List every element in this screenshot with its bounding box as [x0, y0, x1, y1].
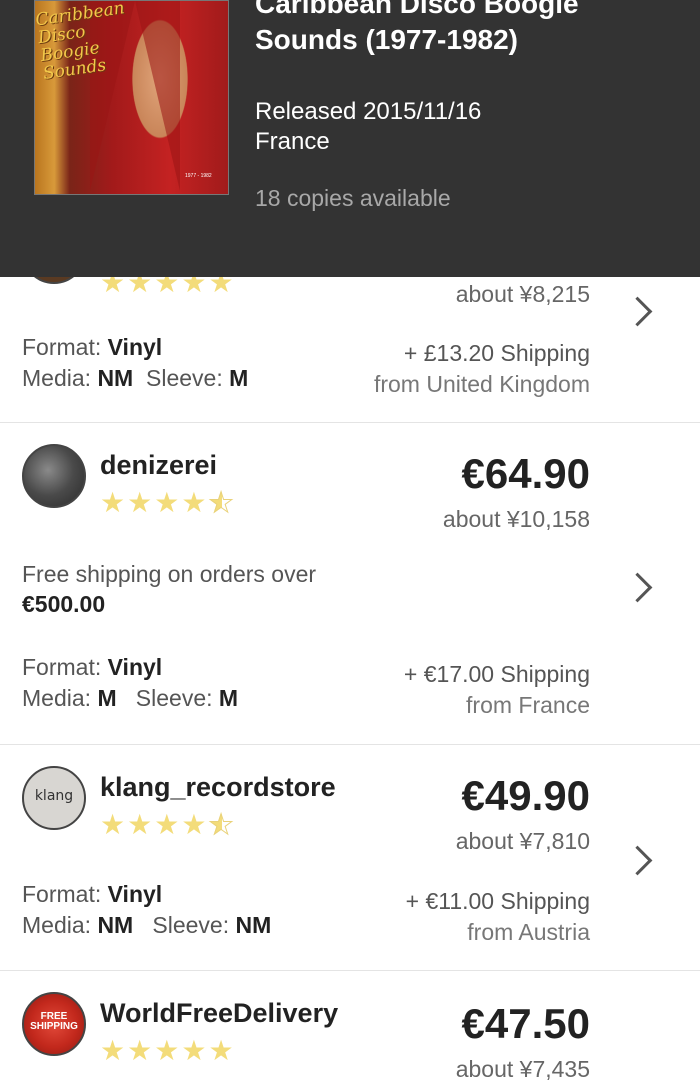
seller-avatar[interactable]	[22, 444, 86, 508]
avatar-logo-text: FREE SHIPPING	[30, 1011, 78, 1032]
item-condition: Format: Vinyl Media: M Sleeve: M	[22, 654, 239, 711]
seller-name[interactable]: WorldFreeDelivery	[100, 998, 338, 1029]
album-cover[interactable]: Caribbean Disco Boogie Sounds 1977 - 198…	[34, 0, 229, 195]
item-condition: Format: Vinyl Media: NM Sleeve: NM	[22, 881, 272, 938]
format-value: Vinyl	[107, 654, 163, 680]
listing-row[interactable]: denizerei ★★★★★ €64.90 about ¥10,158 Fre…	[0, 422, 700, 745]
chevron-right-icon[interactable]	[622, 845, 653, 876]
star-icon: ★	[100, 809, 128, 840]
approx-price: about ¥7,810	[455, 828, 590, 854]
chevron-right-icon[interactable]	[622, 572, 653, 603]
release-country: France	[255, 128, 330, 155]
half-star-icon: ★	[208, 487, 236, 518]
item-price: €47.50	[461, 1000, 590, 1047]
star-icon: ★	[154, 487, 182, 518]
release-header: Caribbean Disco Boogie Sounds 1977 - 198…	[0, 0, 700, 277]
seller-avatar[interactable]: klang	[22, 766, 86, 830]
star-icon: ★	[154, 1035, 182, 1066]
shipping-cost: + £13.20 Shipping	[403, 340, 590, 366]
sleeve-value: M	[229, 365, 249, 391]
ships-from: from France	[466, 692, 590, 718]
cover-logo-text: Caribbean Disco Boogie Sounds	[34, 0, 126, 84]
star-icon: ★	[181, 1035, 209, 1066]
seller-avatar[interactable]: FREE SHIPPING	[22, 992, 86, 1056]
release-date: Released 2015/11/16	[255, 98, 482, 125]
rating-stars: ★★★★★	[100, 487, 236, 518]
seller-name[interactable]: denizerei	[100, 450, 217, 481]
media-value: NM	[97, 912, 134, 938]
shipping-cost: + €11.00 Shipping	[405, 888, 590, 914]
media-value: M	[97, 685, 117, 711]
format-value: Vinyl	[107, 881, 163, 907]
free-shipping-amount: €500.00	[22, 591, 106, 617]
star-icon: ★	[127, 487, 155, 518]
shipping-info: + €17.00 Shipping from France	[404, 659, 590, 721]
star-icon: ★	[127, 809, 155, 840]
shipping-cost: + €17.00 Shipping	[403, 661, 590, 687]
approx-price: about ¥10,158	[442, 506, 590, 532]
copies-available: 18 copies available	[255, 185, 451, 211]
item-condition: Format: Vinyl Media: NM Sleeve: M	[22, 334, 249, 391]
ships-from: from Austria	[467, 919, 590, 945]
sleeve-value: NM	[235, 912, 272, 938]
rating-stars: ★★★★★	[100, 1036, 236, 1066]
star-icon: ★	[100, 1035, 128, 1066]
free-shipping-note: Free shipping on orders over €500.00	[22, 561, 317, 617]
media-value: NM	[97, 365, 134, 391]
seller-name[interactable]: klang_recordstore	[100, 772, 336, 803]
star-icon: ★	[208, 1035, 236, 1066]
listing-row[interactable]: klang klang_recordstore ★★★★★ €49.90 abo…	[0, 744, 700, 971]
avatar-logo-text: klang	[34, 788, 74, 804]
release-meta: Released 2015/11/16 France	[255, 97, 481, 157]
star-icon: ★	[181, 809, 209, 840]
item-price: €49.90	[461, 772, 590, 819]
approx-price: about ¥8,215	[455, 281, 590, 307]
shipping-info: + £13.20 Shipping from United Kingdom	[374, 338, 590, 400]
shipping-info: + €11.00 Shipping from Austria	[406, 886, 590, 948]
ships-from: from United Kingdom	[373, 371, 590, 397]
half-star-icon: ★	[208, 809, 236, 840]
item-price: €64.90	[461, 450, 590, 497]
approx-price: about ¥7,435	[455, 1056, 590, 1082]
listing-row[interactable]: FREE SHIPPING WorldFreeDelivery ★★★★★ €4…	[0, 970, 700, 1082]
sleeve-value: M	[218, 685, 239, 711]
chevron-right-icon[interactable]	[622, 296, 653, 327]
star-icon: ★	[100, 487, 128, 518]
star-icon: ★	[154, 809, 182, 840]
rating-stars: ★★★★★	[100, 809, 236, 840]
release-title: Caribbean Disco Boogie Sounds (1977-1982…	[255, 0, 579, 55]
star-icon: ★	[127, 1035, 155, 1066]
star-icon: ★	[181, 487, 209, 518]
cover-years: 1977 - 1982	[185, 173, 212, 179]
format-value: Vinyl	[107, 334, 163, 360]
